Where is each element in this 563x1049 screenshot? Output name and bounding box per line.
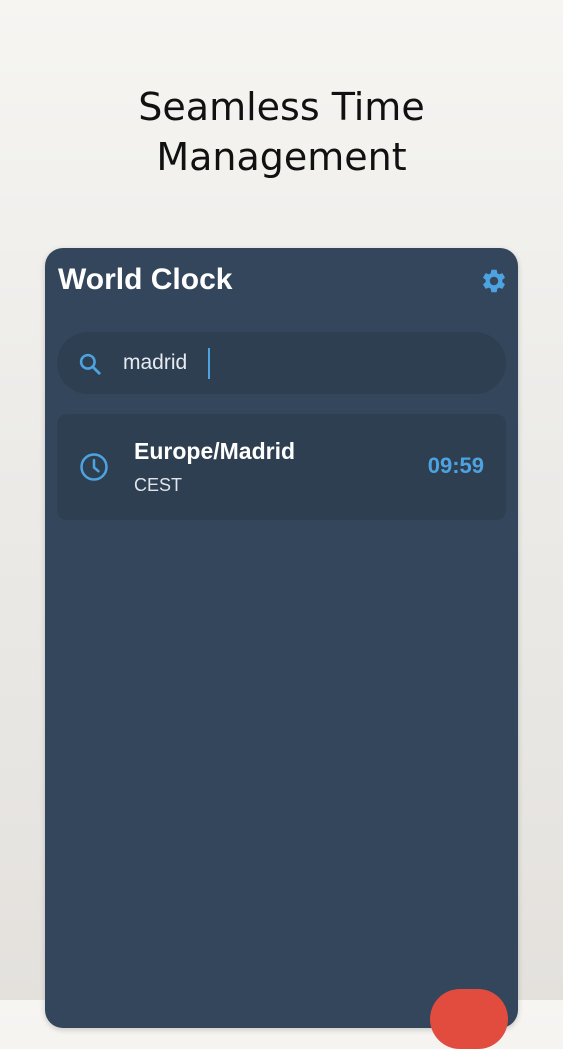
search-input[interactable] <box>123 345 483 381</box>
timezone-result-card[interactable]: Europe/Madrid CEST 09:59 <box>57 414 506 520</box>
app-screen: World Clock Europe/Madrid CEST 09:59 <box>45 248 518 1028</box>
clock-icon <box>80 453 108 481</box>
timezone-time: 09:59 <box>427 453 484 478</box>
promo-headline: Seamless Time Management <box>0 82 563 182</box>
gear-icon <box>483 269 505 293</box>
timezone-name: Europe/Madrid <box>134 438 296 464</box>
app-title: World Clock <box>58 263 233 296</box>
timezone-abbreviation: CEST <box>134 475 183 495</box>
settings-button[interactable] <box>478 265 510 297</box>
promo-headline-line1: Seamless Time <box>138 85 425 129</box>
search-bar <box>57 332 506 394</box>
promo-headline-line2: Management <box>156 135 407 179</box>
text-caret <box>208 348 210 379</box>
floating-action-button[interactable] <box>430 989 508 1049</box>
search-icon <box>79 353 101 375</box>
